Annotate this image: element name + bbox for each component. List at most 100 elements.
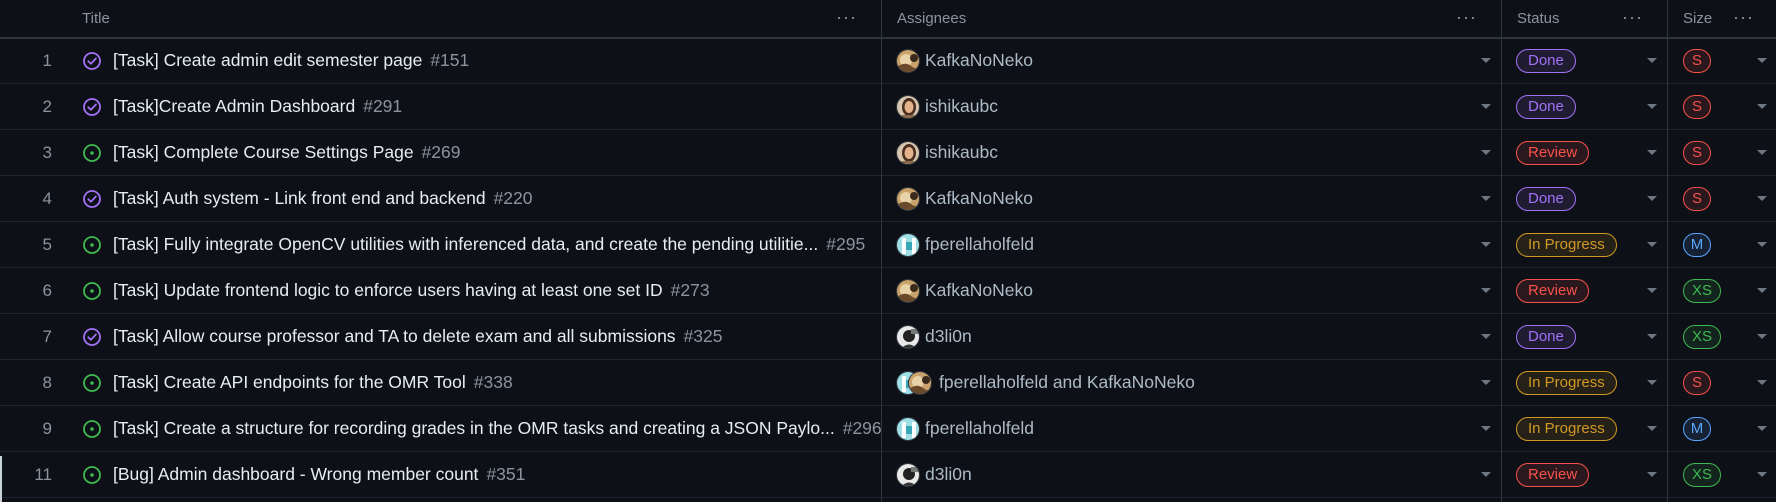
assignees-dropdown-caret-icon[interactable] [1481, 288, 1491, 293]
item-title-text[interactable]: [Task] Complete Course Settings Page [113, 142, 414, 162]
item-title-text[interactable]: [Task] Create a structure for recording … [113, 418, 835, 438]
status-dropdown-caret-icon[interactable] [1647, 150, 1657, 155]
size-badge[interactable]: XS [1683, 463, 1721, 487]
status-badge[interactable]: Done [1516, 95, 1576, 119]
title-column-menu-button[interactable]: ··· [836, 0, 857, 37]
column-divider[interactable] [1501, 0, 1502, 502]
item-title-text[interactable]: [Task]Create Admin Dashboard [113, 96, 355, 116]
status-dropdown-caret-icon[interactable] [1647, 288, 1657, 293]
item-title-text[interactable]: [Task] Fully integrate OpenCV utilities … [113, 234, 818, 254]
status-dropdown-caret-icon[interactable] [1647, 334, 1657, 339]
status-badge[interactable]: Review [1516, 463, 1590, 487]
assignee-names[interactable]: ishikaubc [925, 130, 998, 175]
size-dropdown-caret-icon[interactable] [1757, 242, 1767, 247]
status-badge[interactable]: In Progress [1516, 233, 1617, 257]
table-row[interactable]: 3 [Task] Complete Course Settings Page #26… [0, 130, 1776, 176]
avatar[interactable] [896, 325, 920, 349]
size-badge[interactable]: S [1683, 141, 1711, 165]
item-title[interactable]: [Task] Update frontend logic to enforce … [113, 268, 710, 313]
assignees-dropdown-caret-icon[interactable] [1481, 150, 1491, 155]
column-divider[interactable] [1667, 0, 1668, 502]
status-badge[interactable]: Review [1516, 279, 1590, 303]
issue-number[interactable]: #291 [363, 96, 402, 116]
column-header-status[interactable]: Status [1517, 0, 1560, 37]
size-dropdown-caret-icon[interactable] [1757, 150, 1767, 155]
issue-number[interactable]: #220 [494, 188, 533, 208]
avatar[interactable] [896, 279, 920, 303]
size-dropdown-caret-icon[interactable] [1757, 472, 1767, 477]
assignee-names[interactable]: fperellaholfeld [925, 222, 1034, 267]
assignees-column-menu-button[interactable]: ··· [1456, 0, 1477, 37]
item-title-text[interactable]: [Task] Create API endpoints for the OMR … [113, 372, 466, 392]
status-dropdown-caret-icon[interactable] [1647, 242, 1657, 247]
issue-number[interactable]: #273 [671, 280, 710, 300]
table-row[interactable]: 5 [Task] Fully integrate OpenCV utilities… [0, 222, 1776, 268]
status-badge[interactable]: Done [1516, 187, 1576, 211]
status-dropdown-caret-icon[interactable] [1647, 426, 1657, 431]
size-badge[interactable]: M [1683, 233, 1711, 257]
avatar[interactable] [896, 233, 920, 257]
column-divider[interactable] [881, 0, 882, 502]
issue-number[interactable]: #351 [486, 464, 525, 484]
size-dropdown-caret-icon[interactable] [1757, 380, 1767, 385]
item-title[interactable]: [Task] Complete Course Settings Page #269 [113, 130, 461, 175]
avatar[interactable] [896, 141, 920, 165]
issue-number[interactable]: #296 [843, 418, 882, 438]
issue-number[interactable]: #269 [422, 142, 461, 162]
size-badge[interactable]: XS [1683, 325, 1721, 349]
status-dropdown-caret-icon[interactable] [1647, 196, 1657, 201]
status-badge[interactable]: Review [1516, 141, 1590, 165]
size-dropdown-caret-icon[interactable] [1757, 334, 1767, 339]
assignees-dropdown-caret-icon[interactable] [1481, 104, 1491, 109]
item-title-text[interactable]: [Task] Create admin edit semester page [113, 50, 422, 70]
size-dropdown-caret-icon[interactable] [1757, 196, 1767, 201]
item-title-text[interactable]: [Task] Auth system - Link front end and … [113, 188, 486, 208]
assignee-names[interactable]: KafkaNoNeko [925, 38, 1033, 83]
size-badge[interactable]: S [1683, 49, 1711, 73]
assignee-names[interactable]: fperellaholfeld [925, 406, 1034, 451]
issue-number[interactable]: #295 [826, 234, 865, 254]
item-title[interactable]: [Task] Create admin edit semester page #1… [113, 38, 469, 83]
size-dropdown-caret-icon[interactable] [1757, 58, 1767, 63]
item-title[interactable]: [Task] Create a structure for recording … [113, 406, 882, 451]
table-row[interactable]: 8 [Task] Create API endpoints for the OMR… [0, 360, 1776, 406]
status-dropdown-caret-icon[interactable] [1647, 472, 1657, 477]
avatar[interactable] [896, 417, 920, 441]
size-badge[interactable]: S [1683, 371, 1711, 395]
assignees-dropdown-caret-icon[interactable] [1481, 334, 1491, 339]
assignee-names[interactable]: KafkaNoNeko [925, 268, 1033, 313]
item-title[interactable]: [Bug] Admin dashboard - Wrong member cou… [113, 452, 525, 497]
assignees-dropdown-caret-icon[interactable] [1481, 380, 1491, 385]
status-dropdown-caret-icon[interactable] [1647, 58, 1657, 63]
assignees-dropdown-caret-icon[interactable] [1481, 58, 1491, 63]
size-badge[interactable]: XS [1683, 279, 1721, 303]
status-badge[interactable]: In Progress [1516, 417, 1617, 441]
status-dropdown-caret-icon[interactable] [1647, 104, 1657, 109]
item-title[interactable]: [Task] Create API endpoints for the OMR … [113, 360, 513, 405]
item-title[interactable]: [Task]Create Admin Dashboard #291 [113, 84, 402, 129]
item-title-text[interactable]: [Task] Allow course professor and TA to … [113, 326, 676, 346]
column-header-size[interactable]: Size [1683, 0, 1712, 37]
item-title[interactable]: [Task] Fully integrate OpenCV utilities … [113, 222, 865, 267]
status-badge[interactable]: Done [1516, 49, 1576, 73]
size-badge[interactable]: S [1683, 95, 1711, 119]
item-title-text[interactable]: [Bug] Admin dashboard - Wrong member cou… [113, 464, 478, 484]
table-row[interactable]: 2 [Task]Create Admin Dashboard #291 ishikau… [0, 84, 1776, 130]
size-column-menu-button[interactable]: ··· [1733, 0, 1754, 37]
table-row[interactable]: 9 [Task] Create a structure for recording… [0, 406, 1776, 452]
avatar[interactable] [896, 49, 920, 73]
size-badge[interactable]: S [1683, 187, 1711, 211]
avatar[interactable] [896, 187, 920, 211]
size-dropdown-caret-icon[interactable] [1757, 426, 1767, 431]
assignees-dropdown-caret-icon[interactable] [1481, 472, 1491, 477]
table-row[interactable]: 11 [Bug] Admin dashboard - Wrong member c… [0, 452, 1776, 498]
status-column-menu-button[interactable]: ··· [1622, 0, 1643, 37]
assignee-names[interactable]: fperellaholfeld and KafkaNoNeko [939, 360, 1195, 405]
assignees-dropdown-caret-icon[interactable] [1481, 196, 1491, 201]
assignees-dropdown-caret-icon[interactable] [1481, 242, 1491, 247]
assignee-names[interactable]: KafkaNoNeko [925, 176, 1033, 221]
issue-number[interactable]: #151 [430, 50, 469, 70]
table-row[interactable]: 6 [Task] Update frontend logic to enforce… [0, 268, 1776, 314]
assignee-names[interactable]: ishikaubc [925, 84, 998, 129]
size-dropdown-caret-icon[interactable] [1757, 288, 1767, 293]
